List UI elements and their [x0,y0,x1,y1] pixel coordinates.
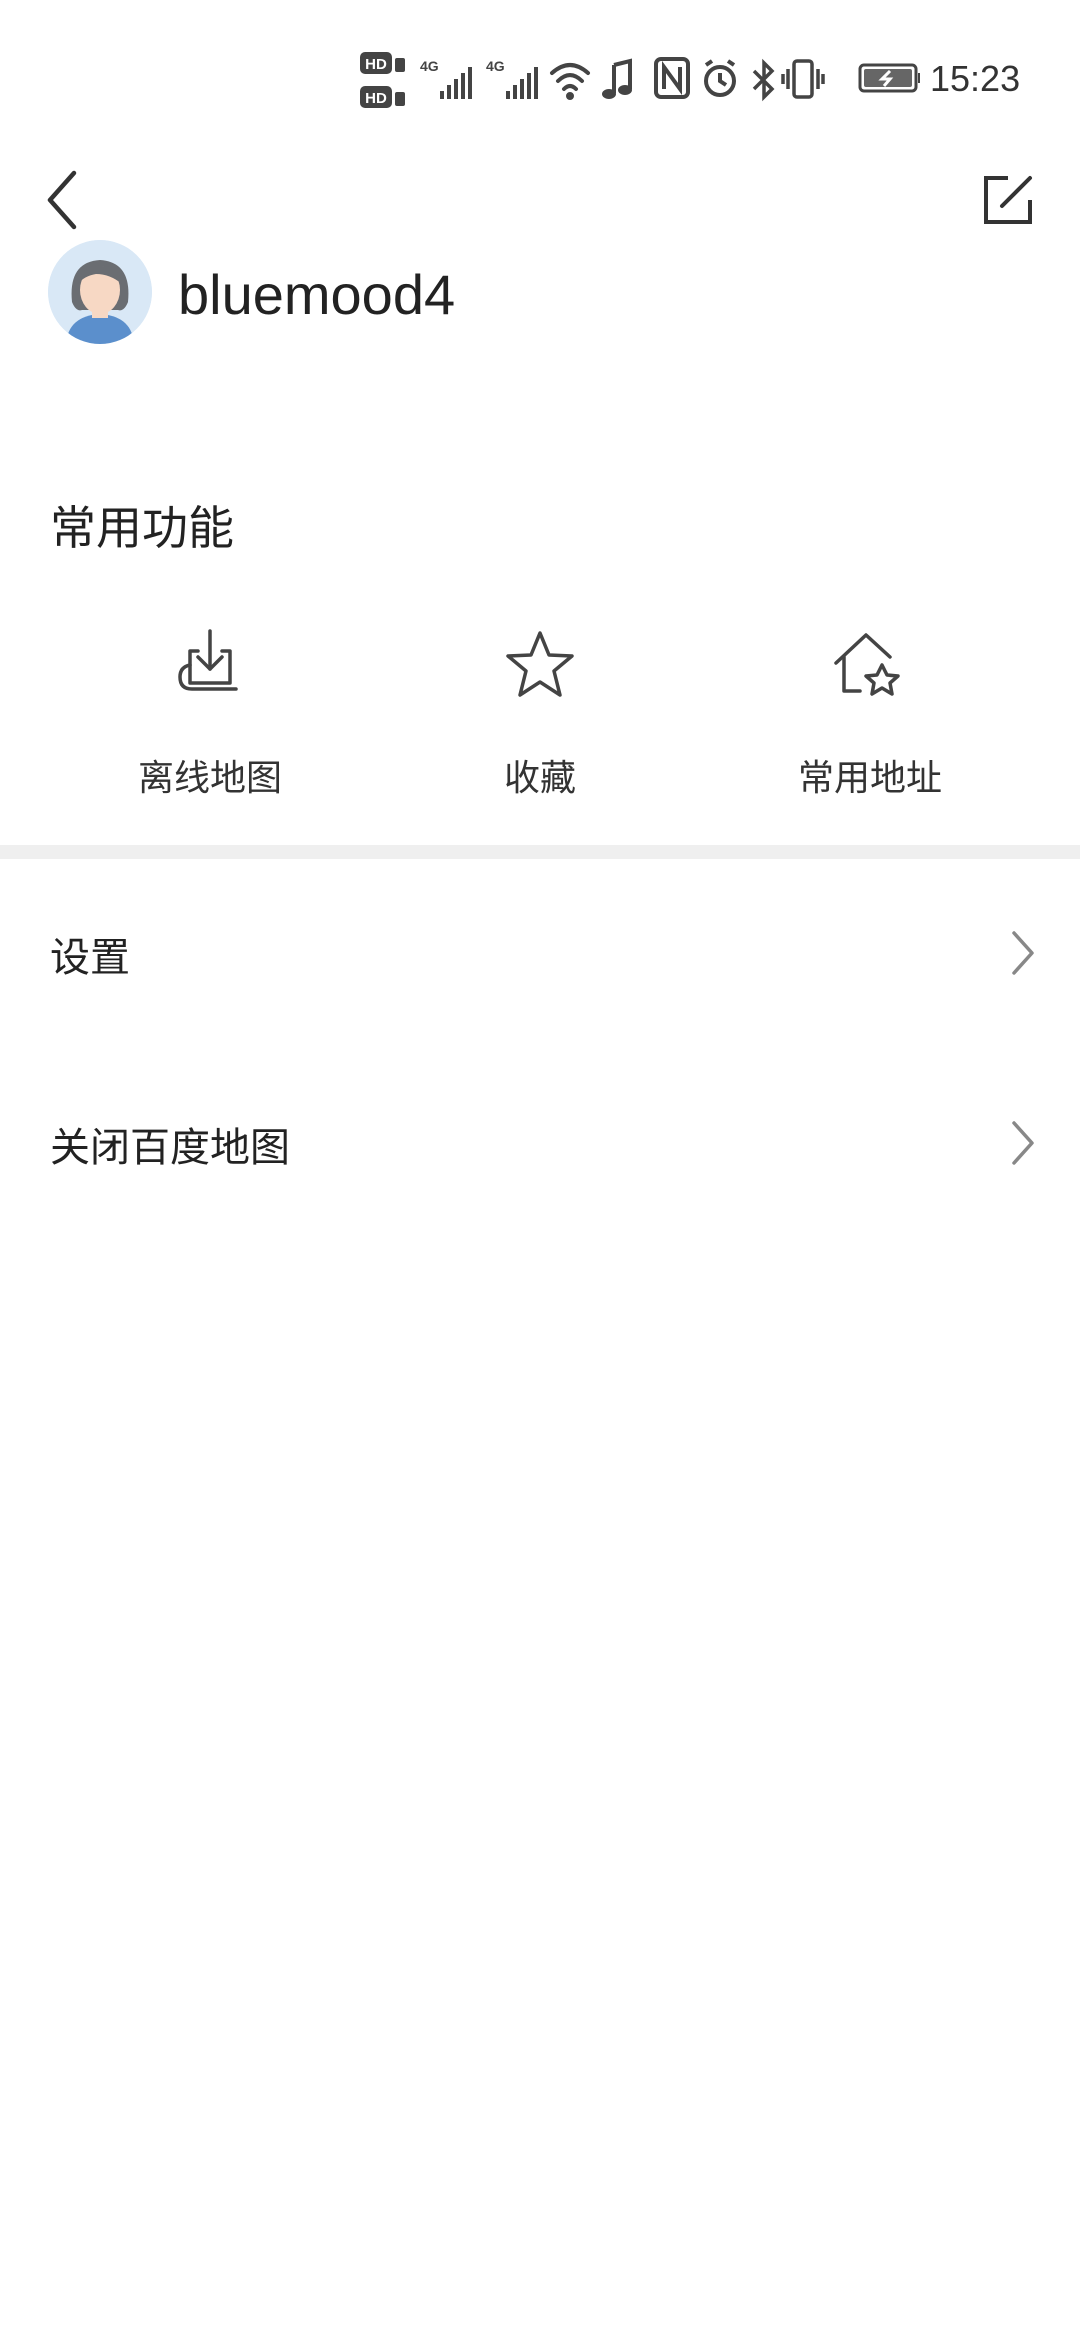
bluetooth-icon [752,58,775,102]
menu-item-label: 关闭百度地图 [50,1125,290,1171]
svg-text:4G: 4G [486,58,505,74]
svg-text:HD: HD [365,90,387,107]
username[interactable]: bluemood4 [178,262,455,327]
nfc-icon [654,57,690,99]
back-icon[interactable] [38,165,88,235]
status-time: 15:23 [930,58,1021,99]
edit-icon[interactable] [978,170,1038,230]
offline-map-download-icon [178,629,238,691]
svg-text:HD: HD [365,56,387,73]
hd-sim-icon: HD HD [360,52,405,108]
music-icon [602,58,632,99]
signal-4g-1-icon: 4G [420,58,472,99]
home-star-icon [834,633,900,696]
menu-item-settings[interactable]: 设置 [0,893,1080,1013]
offline-map-button[interactable]: 离线地图 [100,625,320,801]
svg-text:4G: 4G [420,58,439,74]
vibrate-icon [781,59,825,99]
avatar-person-icon [48,240,152,344]
avatar[interactable] [48,240,152,344]
menu-item-label: 设置 [50,935,130,981]
chevron-right-icon [1012,931,1034,975]
section-title-common-functions: 常用功能 [50,501,234,555]
menu-item-close-baidu-map[interactable]: 关闭百度地图 [0,1083,1080,1203]
favorites-label: 收藏 [503,758,576,799]
favorites-button[interactable]: 收藏 [430,625,650,801]
chevron-right-icon [1012,1121,1034,1165]
signal-4g-2-icon: 4G [486,58,538,99]
alarm-icon [704,59,736,97]
battery-icon [858,63,920,93]
common-address-label: 常用地址 [797,758,942,799]
star-icon [506,631,574,697]
status-icons: 4G 4G [420,57,920,102]
status-bar: HD HD 4G 4G 15:23 [0,0,1080,150]
offline-map-label: 离线地图 [137,758,282,799]
wifi-icon [550,63,590,100]
section-divider [0,845,1080,859]
common-address-button[interactable]: 常用地址 [760,625,980,801]
